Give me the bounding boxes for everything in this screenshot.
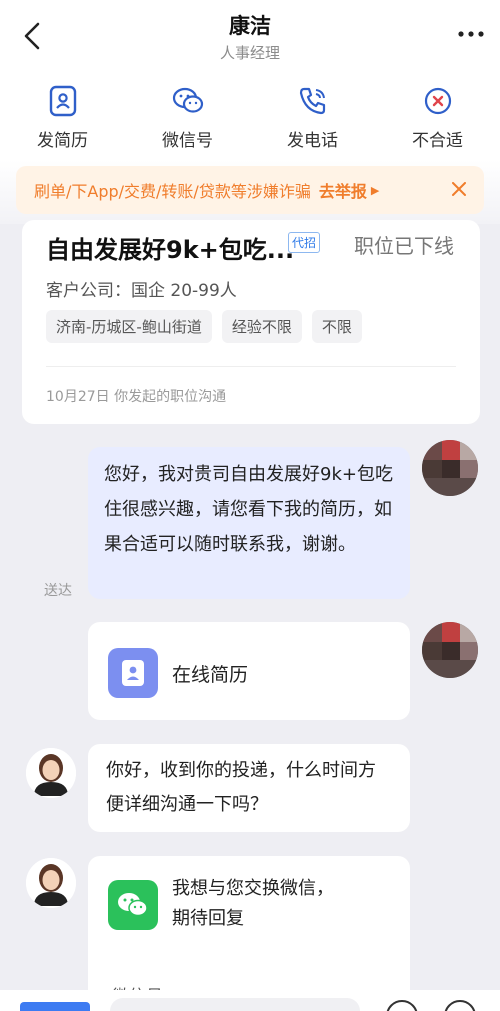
online-resume-card[interactable]: 在线简历	[88, 622, 410, 720]
job-status: 职位已下线	[354, 234, 454, 258]
job-title: 自由发展好9k+包吃...	[46, 236, 295, 264]
warning-area: 刷单/下App/交费/转账/贷款等涉嫌诈骗 去举报 ▶	[0, 160, 500, 224]
more-button[interactable]	[456, 22, 486, 46]
online-resume-label: 在线简历	[172, 664, 249, 686]
close-icon	[452, 182, 466, 196]
wechat-request-text: 我想与您交换微信， 期待回复	[172, 874, 334, 934]
job-card[interactable]: 自由发展好9k+包吃... 代招 职位已下线 客户公司：国企 20-99人 济南…	[22, 220, 480, 424]
wechat-label: 微信号	[162, 131, 213, 151]
divider	[46, 366, 456, 367]
hr-avatar[interactable]	[26, 748, 76, 798]
resume-icon	[46, 84, 80, 118]
wechat-logo-icon	[108, 880, 158, 930]
contact-role: 人事经理	[219, 44, 280, 62]
phone-icon	[296, 84, 330, 118]
hr-avatar[interactable]	[26, 858, 76, 908]
wechat-request-line2: 期待回复	[172, 908, 244, 929]
received-message-bubble[interactable]: 你好，收到你的投递，什么时间方便详细沟通一下吗？	[88, 744, 410, 832]
experience-tag: 经验不限	[221, 310, 302, 343]
send-resume-button[interactable]: 发简历	[0, 72, 125, 160]
chat-start-note: 10月27日 你发起的职位沟通	[46, 389, 227, 405]
not-suitable-icon	[421, 84, 455, 118]
online-resume-icon	[108, 648, 158, 698]
user-avatar[interactable]	[422, 622, 478, 678]
quick-actions: 发简历 微信号 发电话 不合适	[0, 72, 500, 160]
plus-button[interactable]	[444, 1000, 476, 1011]
fraud-warning-banner: 刷单/下App/交费/转账/贷款等涉嫌诈骗 去举报 ▶	[16, 166, 484, 214]
company-info: 客户公司：国企 20-99人	[46, 281, 237, 301]
message-input[interactable]	[110, 998, 360, 1011]
not-suitable-button[interactable]: 不合适	[375, 72, 500, 160]
send-resume-label: 发简历	[37, 131, 88, 151]
wechat-request-line1: 我想与您交换微信，	[172, 878, 334, 899]
phone-button[interactable]: 发电话	[250, 72, 375, 160]
quick-reply-button[interactable]	[20, 1002, 90, 1011]
contact-name: 康洁	[229, 14, 271, 38]
phone-label: 发电话	[287, 131, 338, 151]
wechat-exchange-card[interactable]: 我想与您交换微信， 期待回复 微信号	[88, 856, 410, 1011]
warning-text: 刷单/下App/交费/转账/贷款等涉嫌诈骗	[34, 182, 311, 201]
report-link[interactable]: 去举报	[319, 178, 367, 202]
agency-tag: 代招	[288, 232, 321, 253]
user-avatar[interactable]	[422, 440, 478, 496]
play-arrow-icon: ▶	[370, 183, 380, 197]
input-bar	[0, 990, 500, 1011]
education-tag: 不限	[311, 310, 362, 343]
wechat-button[interactable]: 微信号	[125, 72, 250, 160]
close-warning-button[interactable]	[448, 178, 470, 200]
job-tags: 济南-历城区-鲍山街道 经验不限 不限	[46, 310, 362, 343]
wechat-icon	[171, 84, 205, 118]
sent-message-bubble[interactable]: 您好，我对贵司自由发展好9k+包吃住很感兴趣，请您看下我的简历，如果合适可以随时…	[88, 447, 410, 599]
location-tag: 济南-历城区-鲍山街道	[46, 310, 212, 343]
delivered-status: 送达	[44, 583, 72, 599]
chat-header: 康洁 人事经理	[0, 0, 500, 72]
emoji-button[interactable]	[386, 1000, 418, 1011]
more-dots-icon	[458, 31, 484, 37]
not-suitable-label: 不合适	[412, 131, 463, 151]
